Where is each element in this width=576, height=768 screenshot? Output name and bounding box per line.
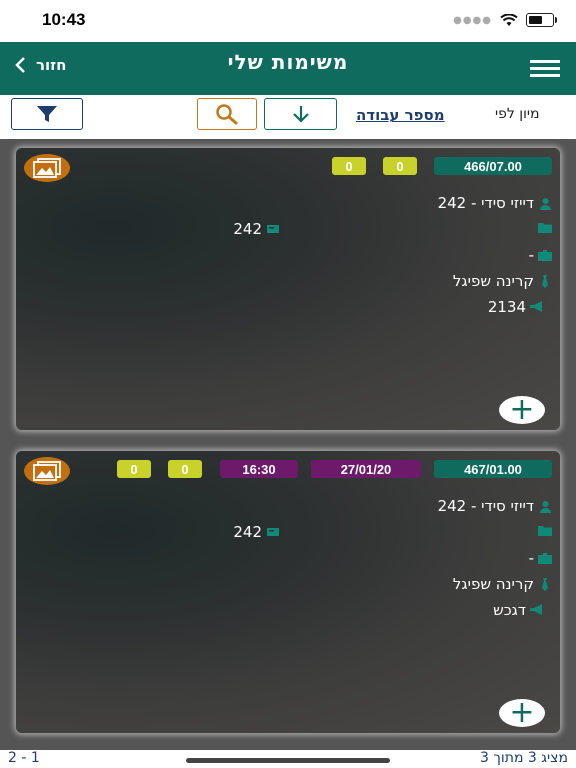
hamburger-menu-icon[interactable] <box>530 60 560 78</box>
contact-text: קרינה שפיגל <box>452 575 534 593</box>
image-gallery-icon <box>33 461 61 481</box>
page-title: משימות שלי <box>227 50 349 74</box>
wifi-icon <box>500 13 518 26</box>
sort-label: מיון לפי <box>495 106 540 122</box>
add-button[interactable]: + <box>499 395 545 425</box>
filter-icon <box>37 106 57 122</box>
filter-button[interactable] <box>11 98 83 130</box>
id-text: 242 <box>233 220 262 238</box>
tie-icon <box>538 274 552 288</box>
add-button[interactable]: + <box>499 698 545 728</box>
location-row: - <box>529 549 552 567</box>
card-id-icon <box>266 222 280 236</box>
client-row: דייזי סידי - 242 <box>438 194 552 212</box>
date-badge: 27/01/20 <box>311 460 421 478</box>
count-badge: 0 <box>332 157 366 175</box>
signal-icon: ●●●● <box>453 14 492 26</box>
app-bar: חזור משימות שלי <box>0 42 576 95</box>
reference-row: 2134 <box>488 298 544 316</box>
search-button[interactable] <box>197 98 257 130</box>
reference-row: דגכש <box>493 601 544 619</box>
arrow-down-icon <box>292 106 309 123</box>
footer: 2 - 1 מציג 3 מתוך 3 <box>0 750 576 768</box>
location-row: - <box>529 246 552 264</box>
task-card[interactable]: 0 0 466/07.00 דייזי סידי - 242 242 - קרי… <box>16 148 560 430</box>
contact-row: קרינה שפיגל <box>453 272 552 290</box>
client-text: דייזי סידי - 242 <box>437 194 534 212</box>
contact-text: קרינה שפיגל <box>452 272 534 290</box>
id-row: 242 <box>233 220 280 238</box>
location-text: - <box>528 549 534 567</box>
home-indicator[interactable] <box>186 758 390 763</box>
image-gallery-icon <box>33 158 61 178</box>
megaphone-icon <box>530 300 544 314</box>
contact-row: קרינה שפיגל <box>453 575 552 593</box>
briefcase-icon <box>538 551 552 565</box>
task-list[interactable]: 0 0 466/07.00 דייזי סידי - 242 242 - קרי… <box>0 139 576 750</box>
status-time: 10:43 <box>42 10 86 29</box>
id-row: 242 <box>233 523 280 541</box>
gallery-button[interactable] <box>24 457 70 485</box>
card-id-icon <box>266 525 280 539</box>
folder-row <box>538 220 552 234</box>
task-number-badge: 466/07.00 <box>434 157 552 175</box>
briefcase-icon <box>538 248 552 262</box>
folder-icon <box>538 220 552 234</box>
status-bar: 10:43 ●●●● <box>0 0 576 42</box>
count-badge: 0 <box>168 460 202 478</box>
person-icon <box>538 499 552 513</box>
tie-icon <box>538 577 552 591</box>
page-range: 2 - 1 <box>8 750 40 766</box>
time-badge: 16:30 <box>220 460 298 478</box>
megaphone-icon <box>530 603 544 617</box>
folder-icon <box>538 523 552 537</box>
folder-row <box>538 523 552 537</box>
toolbar: מספר עבודה מיון לפי <box>0 95 576 139</box>
reference-text: 2134 <box>487 298 526 316</box>
count-badge: 0 <box>383 157 417 175</box>
count-badge: 0 <box>117 460 151 478</box>
showing-count: מציג 3 מתוך 3 <box>480 750 568 766</box>
location-text: - <box>528 246 534 264</box>
sort-field-link[interactable]: מספר עבודה <box>356 106 445 124</box>
person-icon <box>538 196 552 210</box>
client-row: דייזי סידי - 242 <box>438 497 552 515</box>
id-text: 242 <box>233 523 262 541</box>
task-number-badge: 467/01.00 <box>434 460 552 478</box>
task-card[interactable]: 0 0 16:30 27/01/20 467/01.00 דייזי סידי … <box>16 451 560 733</box>
gallery-button[interactable] <box>24 154 70 182</box>
status-icons: ●●●● <box>453 13 557 27</box>
sort-direction-button[interactable] <box>264 98 337 130</box>
battery-icon <box>526 13 557 27</box>
client-text: דייזי סידי - 242 <box>437 497 534 515</box>
search-icon <box>216 104 238 125</box>
reference-text: דגכש <box>493 601 526 619</box>
